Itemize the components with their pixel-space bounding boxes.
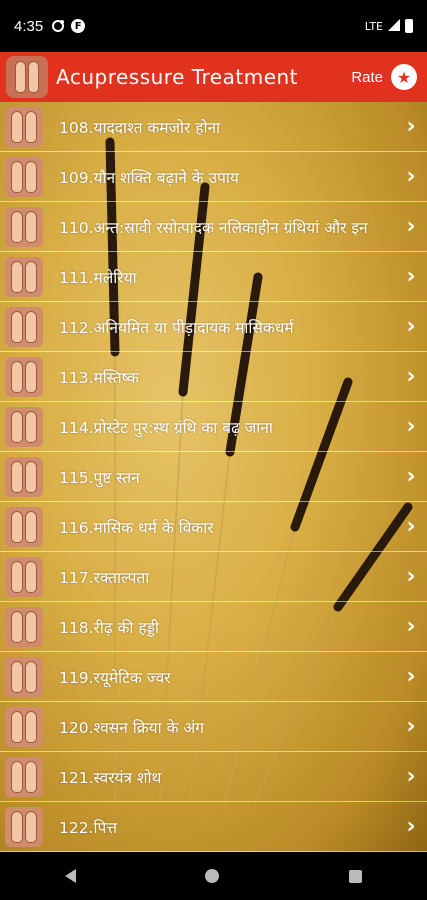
status-time: 4:35 <box>14 17 44 35</box>
network-type: LTE <box>364 19 383 33</box>
chevron-right-icon: › <box>406 364 416 389</box>
list-item-label: 118.रीढ़ की हड्डी <box>59 618 160 637</box>
chevron-right-icon: › <box>406 614 416 639</box>
battery-icon <box>405 19 413 33</box>
feet-icon <box>5 256 43 297</box>
list-item[interactable]: 111.मलेरिया › <box>0 252 427 302</box>
feet-icon <box>5 206 43 247</box>
list-item[interactable]: 109.यौन शक्ति बढ़ाने के उपाय › <box>0 152 427 202</box>
feet-icon <box>5 706 43 747</box>
feet-icon <box>5 356 43 397</box>
back-icon[interactable] <box>64 869 76 883</box>
app-bar: Acupressure Treatment Rate ★ <box>0 52 427 102</box>
list-item[interactable]: 112.अनियमित या पीड़ादायक मासिकधर्म › <box>0 302 427 352</box>
list-item-label: 119.रयूमेटिक ज्वर <box>59 668 171 687</box>
chevron-right-icon: › <box>406 214 416 239</box>
recent-apps-icon[interactable] <box>349 869 363 883</box>
feet-icon <box>5 606 43 647</box>
list-item[interactable]: 118.रीढ़ की हड्डी › <box>0 602 427 652</box>
feet-icon <box>5 106 43 147</box>
list-item[interactable]: 116.मासिक धर्म के विकार › <box>0 502 427 552</box>
feet-icon <box>5 556 43 597</box>
topic-list[interactable]: 108.याददाश्त कमजोर होना › 109.यौन शक्ति बढ… <box>0 102 427 852</box>
feet-icon <box>5 756 43 797</box>
feet-icon <box>5 506 43 547</box>
chevron-right-icon: › <box>406 264 416 289</box>
list-item[interactable]: 114.प्रोस्टेट पुर:स्थ ग्रंथि का बढ़ जाना… <box>0 402 427 452</box>
chevron-right-icon: › <box>406 114 416 139</box>
list-item[interactable]: 122.पित्त › <box>0 802 427 852</box>
list-item-label: 120.श्वसन क्रिया के अंग <box>59 718 204 737</box>
chevron-right-icon: › <box>406 514 416 539</box>
list-item[interactable]: 115.पुष्ट स्तन › <box>0 452 427 502</box>
chevron-right-icon: › <box>406 414 416 439</box>
list-item[interactable]: 117.रक्ताल्पता › <box>0 552 427 602</box>
chevron-right-icon: › <box>406 664 416 689</box>
list-item-label: 108.याददाश्त कमजोर होना <box>59 118 221 137</box>
chevron-right-icon: › <box>406 814 416 839</box>
chevron-right-icon: › <box>406 764 416 789</box>
chevron-right-icon: › <box>406 564 416 589</box>
chevron-right-icon: › <box>406 314 416 339</box>
list-item[interactable]: 119.रयूमेटिक ज्वर › <box>0 652 427 702</box>
list-item-label: 111.मलेरिया <box>59 268 137 287</box>
home-icon[interactable] <box>205 869 220 883</box>
star-icon[interactable]: ★ <box>391 64 417 90</box>
list-item[interactable]: 120.श्वसन क्रिया के अंग › <box>0 702 427 752</box>
list-item[interactable]: 121.स्वरयंत्र शोथ › <box>0 752 427 802</box>
feet-icon <box>5 656 43 697</box>
signal-icon <box>388 18 400 34</box>
feet-icon <box>5 406 43 447</box>
chevron-right-icon: › <box>406 714 416 739</box>
list-item-label: 115.पुष्ट स्तन <box>59 468 140 487</box>
feet-logo-icon <box>6 56 48 98</box>
list-item-label: 109.यौन शक्ति बढ़ाने के उपाय <box>59 168 239 187</box>
system-nav-bar <box>0 852 427 900</box>
sync-icon <box>51 19 65 33</box>
list-item[interactable]: 108.याददाश्त कमजोर होना › <box>0 102 427 152</box>
app-title: Acupressure Treatment <box>56 65 299 89</box>
list-item[interactable]: 113.मस्तिष्क › <box>0 352 427 402</box>
chevron-right-icon: › <box>406 164 416 189</box>
list-item-label: 121.स्वरयंत्र शोथ <box>59 768 162 787</box>
feet-icon <box>5 806 43 847</box>
list-item-label: 116.मासिक धर्म के विकार <box>59 518 214 537</box>
list-item-label: 114.प्रोस्टेट पुर:स्थ ग्रंथि का बढ़ जाना <box>59 418 273 437</box>
list-item-label: 112.अनियमित या पीड़ादायक मासिकधर्म <box>59 318 294 337</box>
status-bar: 4:35 F LTE <box>0 0 427 52</box>
rate-button[interactable]: Rate <box>351 69 383 86</box>
feet-icon <box>5 456 43 497</box>
chevron-right-icon: › <box>406 464 416 489</box>
notification-f-icon: F <box>71 19 86 33</box>
list-item-label: 122.पित्त <box>59 818 118 837</box>
list-item[interactable]: 110.अन्त:स्रावी रसोत्पादक नलिकाहीन ग्रंथ… <box>0 202 427 252</box>
list-item-label: 110.अन्त:स्रावी रसोत्पादक नलिकाहीन ग्रंथ… <box>59 218 368 237</box>
feet-icon <box>5 306 43 347</box>
list-item-label: 117.रक्ताल्पता <box>59 568 150 587</box>
list-item-label: 113.मस्तिष्क <box>59 368 139 387</box>
feet-icon <box>5 156 43 197</box>
